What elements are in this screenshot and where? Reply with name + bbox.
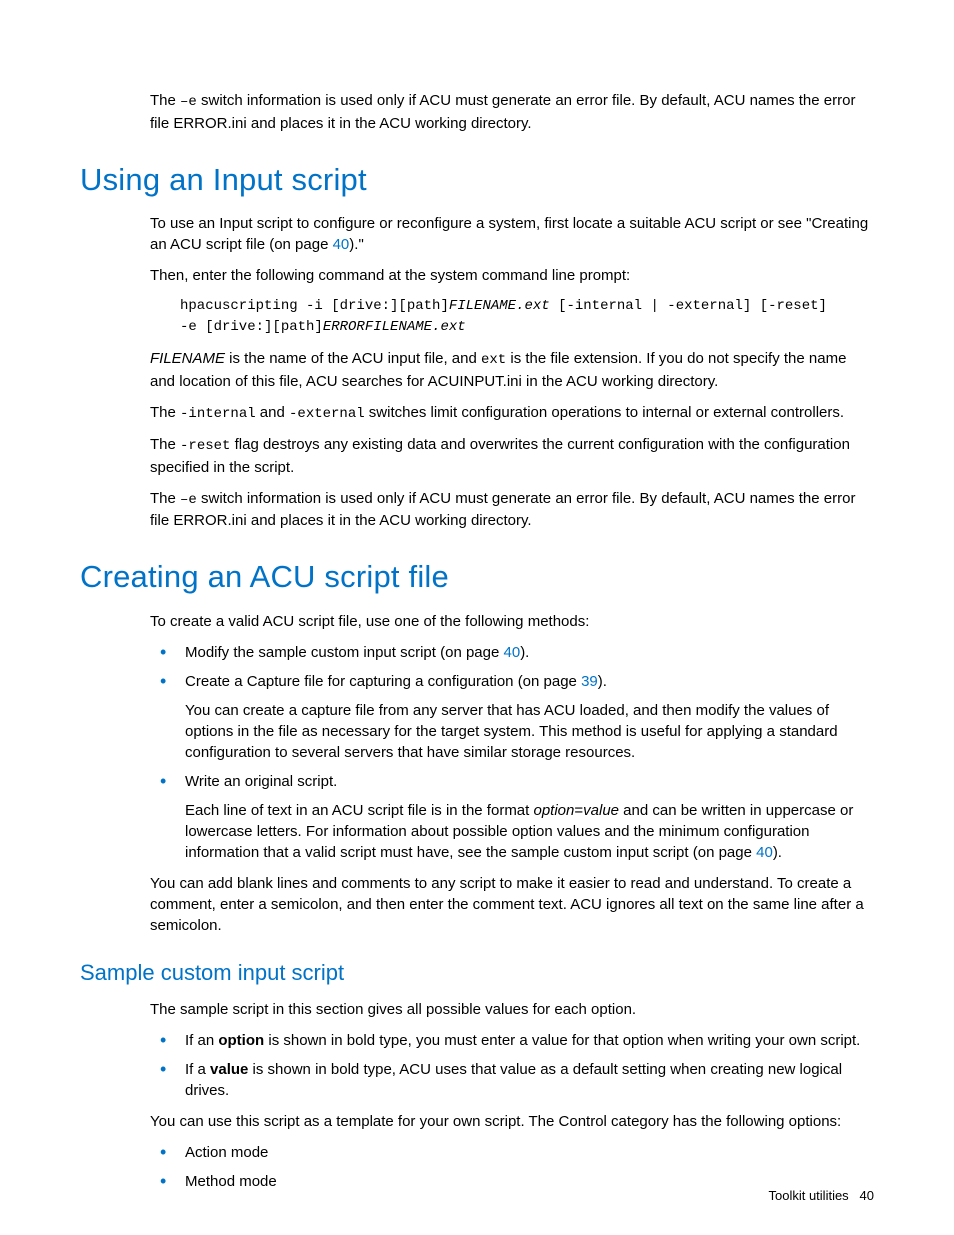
paragraph: To use an Input script to configure or r… [150,213,874,255]
bold-text: value [210,1061,248,1078]
text: switches limit configuration operations … [365,404,844,421]
paragraph: Then, enter the following command at the… [150,265,874,286]
paragraph: The -reset flag destroys any existing da… [150,434,874,478]
section-sample-script: The sample script in this section gives … [150,999,874,1192]
code-line: -e [drive:][path]ERRORFILENAME.ext [180,317,874,338]
text: ). [520,644,529,661]
bold-text: option [218,1032,264,1049]
inline-code: –e [180,94,197,110]
italic-text: value [583,802,619,819]
code-italic: FILENAME.ext [449,298,550,314]
heading-creating-acu-script: Creating an ACU script file [80,555,874,598]
text: Create a Capture file for capturing a co… [185,673,581,690]
paragraph: The -internal and -external switches lim… [150,402,874,425]
text: The [150,92,180,109]
page-footer: Toolkit utilities 40 [768,1187,874,1205]
code-text: -e [drive:][path] [180,319,323,335]
section-using-input-script: To use an Input script to configure or r… [150,213,874,531]
italic-text: option [534,802,575,819]
inline-code: -internal [180,406,256,422]
text: ). [598,673,607,690]
code-italic: ERRORFILENAME.ext [323,319,466,335]
text: Each line of text in an ACU script file … [185,802,534,819]
text: The [150,490,180,507]
list-item: Create a Capture file for capturing a co… [150,671,874,763]
page-link-40[interactable]: 40 [504,644,521,661]
page-link-40[interactable]: 40 [333,236,350,253]
text: ). [773,844,782,861]
paragraph: To create a valid ACU script file, use o… [150,611,874,632]
inline-code: –e [180,492,197,508]
paragraph: You can use this script as a template fo… [150,1111,874,1132]
text: is shown in bold type, ACU uses that val… [185,1061,842,1099]
intro-paragraph-block: The –e switch information is used only i… [150,90,874,134]
text: The [150,436,180,453]
text: Write an original script. [185,773,337,790]
list-item-detail: Each line of text in an ACU script file … [185,800,874,863]
list-item: Method mode [150,1171,874,1192]
text: Modify the sample custom input script (o… [185,644,504,661]
section-creating-acu-script: To create a valid ACU script file, use o… [150,611,874,936]
inline-code: ext [481,352,506,368]
text: If a [185,1061,210,1078]
inline-code: -reset [180,438,230,454]
footer-page-number: 40 [860,1188,874,1203]
intro-paragraph: The –e switch information is used only i… [150,90,874,134]
paragraph: The sample script in this section gives … [150,999,874,1020]
italic-text: FILENAME [150,350,225,367]
text: and [256,404,289,421]
text: = [574,802,583,819]
list-item: If a value is shown in bold type, ACU us… [150,1059,874,1101]
paragraph: The –e switch information is used only i… [150,488,874,532]
text: )." [349,236,364,253]
text: is shown in bold type, you must enter a … [264,1032,860,1049]
list-item-detail: You can create a capture file from any s… [185,700,874,763]
bullet-list: If an option is shown in bold type, you … [150,1030,874,1101]
code-text: [-internal | -external] [-reset] [550,298,827,314]
paragraph: You can add blank lines and comments to … [150,873,874,936]
bullet-list: Modify the sample custom input script (o… [150,642,874,863]
footer-label: Toolkit utilities [768,1188,848,1203]
code-line: hpacuscripting -i [drive:][path]FILENAME… [180,296,874,317]
list-item: Modify the sample custom input script (o… [150,642,874,663]
page-link-40[interactable]: 40 [756,844,773,861]
heading-sample-custom-input-script: Sample custom input script [80,958,874,989]
text: switch information is used only if ACU m… [150,490,855,530]
code-block: hpacuscripting -i [drive:][path]FILENAME… [180,296,874,338]
text: The [150,404,180,421]
code-text: hpacuscripting -i [drive:][path] [180,298,449,314]
list-item: Write an original script. Each line of t… [150,771,874,863]
heading-using-input-script: Using an Input script [80,158,874,201]
bullet-list: Action mode Method mode [150,1142,874,1192]
text: is the name of the ACU input file, and [225,350,481,367]
list-item: Action mode [150,1142,874,1163]
paragraph: FILENAME is the name of the ACU input fi… [150,348,874,392]
text: To use an Input script to configure or r… [150,215,868,253]
text: If an [185,1032,218,1049]
page-link-39[interactable]: 39 [581,673,598,690]
document-page: The –e switch information is used only i… [0,0,954,1235]
text: flag destroys any existing data and over… [150,436,850,476]
list-item: If an option is shown in bold type, you … [150,1030,874,1051]
inline-code: -external [289,406,365,422]
text: switch information is used only if ACU m… [150,92,855,132]
